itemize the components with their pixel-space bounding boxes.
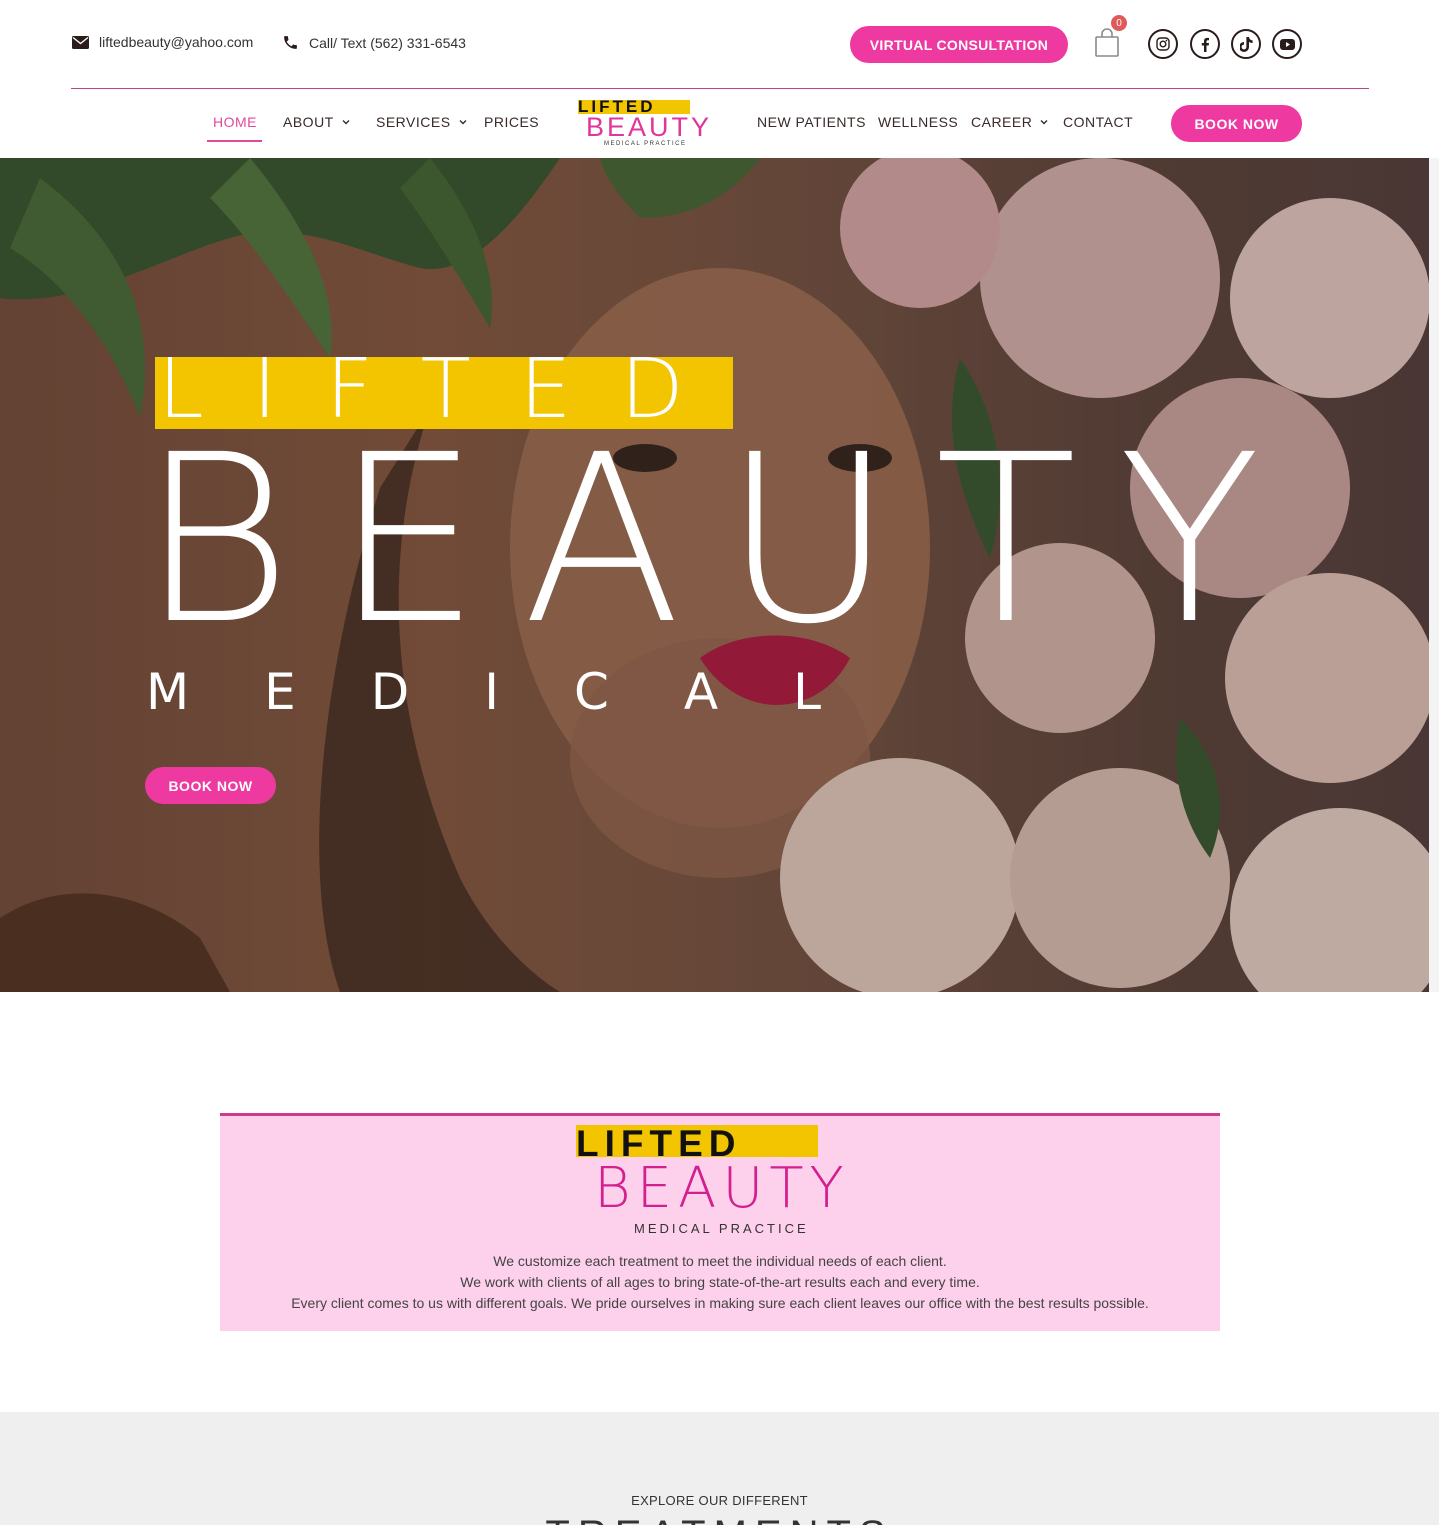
intro-logo-beauty: BEAUTY xyxy=(594,1156,850,1221)
intro-logo-tagline: MEDICAL PRACTICE xyxy=(634,1221,809,1236)
nav-item-wellness[interactable]: WELLNESS xyxy=(878,114,958,130)
nav-item-services[interactable]: SERVICES xyxy=(376,114,467,130)
top-bar: liftedbeauty@yahoo.com Call/ Text (562) … xyxy=(0,0,1439,88)
tiktok-icon[interactable] xyxy=(1231,29,1261,59)
nav-item-home[interactable]: HOME xyxy=(213,114,257,130)
intro-line: We work with clients of all ages to brin… xyxy=(460,1274,980,1290)
nav-label-about: ABOUT xyxy=(283,114,334,130)
virtual-consultation-button[interactable]: VIRTUAL CONSULTATION xyxy=(850,26,1068,63)
nav-label-prices: PRICES xyxy=(484,114,540,130)
intro-logo: LIFTED BEAUTY MEDICAL PRACTICE xyxy=(574,1123,874,1236)
nav-label-home: HOME xyxy=(213,114,257,130)
site-logo[interactable]: LIFTED BEAUTY MEDICAL PRACTICE xyxy=(576,98,716,152)
hero-medical-text: MEDICAL xyxy=(146,663,896,721)
intro-line: We customize each treatment to meet the … xyxy=(493,1253,947,1269)
nav-item-prices[interactable]: PRICES xyxy=(484,114,539,130)
nav-item-career[interactable]: CAREER xyxy=(971,114,1048,130)
hero-edge xyxy=(1429,158,1439,992)
active-nav-underline xyxy=(207,140,262,142)
logo-beauty-text: BEAUTY xyxy=(586,112,713,142)
nav-item-about[interactable]: ABOUT xyxy=(283,114,350,130)
email-link[interactable]: liftedbeauty@yahoo.com xyxy=(72,34,253,50)
hero-beauty-text: BEAUTY xyxy=(140,405,1303,675)
chevron-down-icon xyxy=(1040,120,1048,125)
instagram-icon[interactable] xyxy=(1148,29,1178,59)
hero-banner: LIFTED BEAUTY MEDICAL BOOK NOW xyxy=(0,158,1439,992)
phone-link[interactable]: Call/ Text (562) 331-6543 xyxy=(282,34,466,51)
cart-count-badge: 0 xyxy=(1111,15,1127,31)
email-text: liftedbeauty@yahoo.com xyxy=(99,34,254,50)
youtube-icon[interactable] xyxy=(1272,29,1302,59)
hero-book-now-button[interactable]: BOOK NOW xyxy=(145,767,276,804)
treatments-title: TREATMENTS xyxy=(0,1513,1439,1525)
treatments-section: EXPLORE OUR DIFFERENT TREATMENTS xyxy=(0,1412,1439,1525)
phone-icon xyxy=(282,34,299,51)
nav-label-services: SERVICES xyxy=(376,114,451,130)
nav-item-new-patients[interactable]: NEW PATIENTS xyxy=(757,114,866,130)
nav-label-new-patients: NEW PATIENTS xyxy=(757,114,866,130)
cart-icon[interactable] xyxy=(1094,28,1120,58)
book-now-button[interactable]: BOOK NOW xyxy=(1171,105,1302,142)
intro-card: LIFTED BEAUTY MEDICAL PRACTICE We custom… xyxy=(220,1113,1220,1331)
nav-item-contact[interactable]: CONTACT xyxy=(1063,114,1133,130)
treatments-subtitle: EXPLORE OUR DIFFERENT xyxy=(631,1493,808,1508)
intro-text: We customize each treatment to meet the … xyxy=(220,1251,1220,1314)
phone-text: Call/ Text (562) 331-6543 xyxy=(309,34,466,51)
facebook-icon[interactable] xyxy=(1190,29,1220,59)
envelope-icon xyxy=(72,35,89,49)
intro-line: Every client comes to us with different … xyxy=(291,1295,1149,1311)
logo-tagline: MEDICAL PRACTICE xyxy=(604,141,687,147)
chevron-down-icon xyxy=(459,120,467,125)
chevron-down-icon xyxy=(342,120,350,125)
nav-label-wellness: WELLNESS xyxy=(878,114,959,130)
nav-label-career: CAREER xyxy=(971,114,1033,130)
nav-label-contact: CONTACT xyxy=(1063,114,1134,130)
